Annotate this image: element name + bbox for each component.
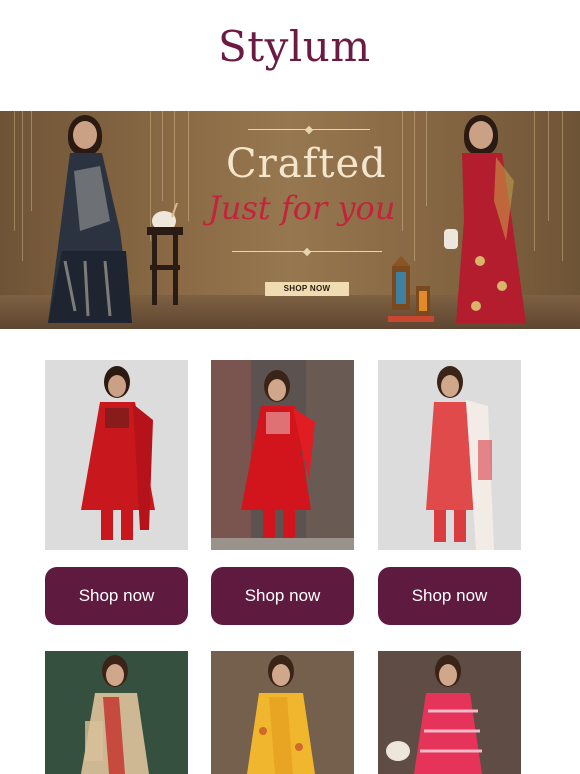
header: Stylum <box>0 0 580 110</box>
banner-subtitle: Just for you <box>208 189 396 227</box>
banner-title: Crafted <box>226 141 387 187</box>
diamond-ornament <box>304 125 314 135</box>
shop-now-button[interactable]: Shop now <box>45 567 188 625</box>
diamond-ornament <box>302 247 312 257</box>
product-image-pink-saree[interactable] <box>378 651 521 774</box>
model-red-saree <box>436 111 536 329</box>
product-image-red-embroidered[interactable] <box>211 360 354 550</box>
product-image-red-anarkali[interactable] <box>45 360 188 550</box>
product-image-coral-kurta[interactable] <box>378 360 521 550</box>
hero-banner[interactable]: Crafted Just for you SHOP NOW <box>0 111 580 329</box>
product-image-yellow-saree[interactable] <box>211 651 354 774</box>
model-navy-saree <box>40 111 135 329</box>
lantern-icon <box>388 256 438 326</box>
side-table-with-vase <box>142 182 190 313</box>
product-image-beige-saree[interactable] <box>45 651 188 774</box>
banner-shop-now-button[interactable]: SHOP NOW <box>265 282 349 296</box>
brand-logo[interactable]: Stylum <box>218 22 371 71</box>
shop-now-button[interactable]: Shop now <box>378 567 521 625</box>
shop-now-button[interactable]: Shop now <box>211 567 354 625</box>
